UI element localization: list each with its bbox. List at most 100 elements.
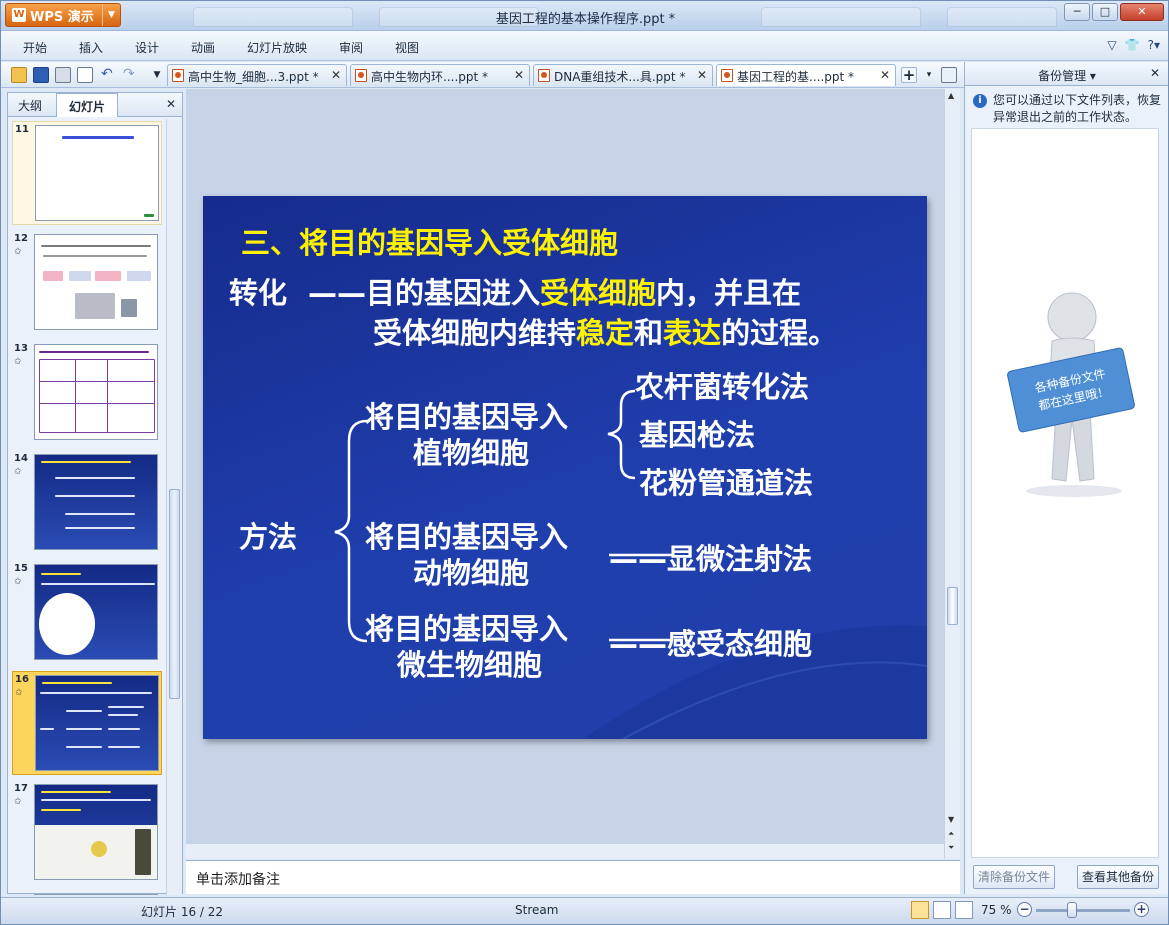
scrollbar-thumb[interactable] [169, 489, 180, 699]
slide-thumbnail-image [34, 234, 158, 330]
slide-number: 15 [14, 563, 28, 574]
doc-tab-label: 高中生物_细胞...3.ppt * [188, 70, 319, 84]
window-title: 基因工程的基本操作程序.ppt * [495, 12, 676, 27]
close-pane-icon[interactable]: ✕ [1150, 66, 1160, 80]
tab-outline[interactable]: 大纲 [18, 97, 42, 114]
undo-icon[interactable]: ↶ [101, 67, 117, 83]
slide-thumbnail[interactable]: 17 ✩ [12, 781, 162, 885]
animation-star-icon: ✩ [14, 247, 22, 257]
menu-insert[interactable]: 插入 [79, 39, 103, 56]
scrollbar-thumb[interactable] [947, 587, 958, 625]
menu-animation[interactable]: 动画 [191, 39, 215, 56]
backup-mascot-illustration: 各种备份文件 都在这里哦！ [1007, 292, 1135, 497]
slide-thumbnail[interactable]: 13 ✩ [12, 341, 162, 445]
animal-method: ——显微注射法 [609, 542, 813, 576]
zoom-slider[interactable] [1036, 909, 1130, 912]
animation-star-icon: ✩ [14, 797, 22, 807]
doc-tab-label: 基因工程的基....ppt * [737, 70, 855, 84]
redo-icon[interactable]: ↷ [123, 67, 139, 83]
microbe-method: ——感受态细胞 [609, 627, 813, 661]
notes-area[interactable]: 单击添加备注 [186, 860, 960, 894]
scroll-up-icon[interactable]: ▲ [948, 91, 954, 100]
slide-number: 11 [15, 124, 29, 135]
zoom-out-button[interactable]: − [1017, 902, 1032, 917]
plant-method-3: 花粉管通道法 [639, 466, 814, 500]
menu-view[interactable]: 视图 [395, 39, 419, 56]
slideshow-icon[interactable] [955, 901, 973, 919]
menu-home[interactable]: 开始 [23, 39, 47, 56]
menu-review[interactable]: 审阅 [339, 39, 363, 56]
slide-thumbnail-image [34, 344, 158, 440]
tab-list-dropdown-icon[interactable]: ▾ [921, 67, 937, 83]
close-pane-icon[interactable]: ✕ [166, 97, 176, 111]
slide-thumbnail[interactable]: 11 [12, 121, 162, 225]
customize-toolbar-icon[interactable]: ▼ [149, 67, 165, 83]
backup-info: i 您可以通过以下文件列表，恢复异常退出之前的工作状态。 [973, 92, 1165, 126]
doc-tab-2[interactable]: 高中生物内环....ppt * ✕ [350, 64, 530, 86]
menu-slideshow[interactable]: 幻灯片放映 [247, 39, 307, 56]
backup-pane-title[interactable]: 备份管理 ▾ [965, 67, 1168, 84]
normal-view-icon[interactable] [911, 901, 929, 919]
slide-thumbnail-selected[interactable]: 16 ✩ [12, 671, 162, 775]
slide-thumbnail[interactable]: 15 ✩ [12, 561, 162, 665]
slide-thumbnail-image [35, 675, 159, 771]
slide-number: 13 [14, 343, 28, 354]
next-slide-icon[interactable]: ⏷ [948, 843, 954, 853]
doc-tab-3[interactable]: DNA重组技术...具.ppt * ✕ [533, 64, 713, 86]
slides-pane: 大纲 幻灯片 ✕ 11 12 ✩ 13 ✩ 14 ✩ 15 ✩ 16 ✩ 17 … [7, 92, 183, 895]
help-icon[interactable]: ?▾ [1148, 38, 1160, 52]
tab-slides[interactable]: 幻灯片 [56, 93, 119, 117]
clear-backups-button[interactable]: 清除备份文件 [973, 865, 1055, 889]
slide-vertical-scrollbar[interactable]: ▲ ▼ ⏶ ⏷ [944, 89, 960, 859]
close-tab-icon[interactable]: ✕ [880, 68, 890, 82]
definition-text: 和 [634, 316, 664, 350]
new-tab-plus-icon[interactable]: + [901, 67, 917, 83]
backup-file-list[interactable]: 各种备份文件 都在这里哦！ [971, 128, 1159, 858]
close-tab-icon[interactable]: ✕ [331, 68, 341, 82]
close-tab-icon[interactable]: ✕ [514, 68, 524, 82]
status-bar: 幻灯片 16 / 22 Stream 75 % − + [1, 897, 1168, 924]
close-button[interactable]: ✕ [1120, 3, 1164, 21]
ribbon-toggle-icon[interactable]: ▽ [1107, 38, 1116, 52]
close-tab-icon[interactable]: ✕ [697, 68, 707, 82]
doc-tab-label: DNA重组技术...具.ppt * [554, 70, 686, 84]
slide-thumbnail[interactable]: 14 ✩ [12, 451, 162, 555]
ppt-file-icon [721, 69, 733, 82]
maximize-button[interactable]: □ [1092, 3, 1118, 21]
definition-term: 转化 [229, 276, 288, 310]
theme-name: Stream [515, 903, 559, 917]
definition-text: ——目的基因进入 [308, 276, 541, 310]
thumbnail-scrollbar[interactable] [166, 119, 182, 895]
plant-method-1: 农杆菌转化法 [635, 370, 810, 404]
doc-tab-active[interactable]: 基因工程的基....ppt * ✕ [716, 64, 896, 86]
ppt-file-icon [538, 69, 550, 82]
print-preview-icon[interactable] [77, 67, 93, 83]
highlight-text: 表达 [663, 316, 722, 350]
slide-thumbnail[interactable] [12, 891, 162, 895]
menu-design[interactable]: 设计 [135, 39, 159, 56]
print-icon[interactable] [55, 67, 71, 83]
animation-star-icon: ✩ [14, 577, 22, 587]
open-folder-icon[interactable] [11, 67, 27, 83]
slide-thumbnail-image [34, 784, 158, 880]
slide-16[interactable]: 三、将目的基因导入受体细胞 转化 ——目的基因进入受体细胞内，并且在 受体细胞内… [203, 196, 927, 739]
previous-slide-icon[interactable]: ⏶ [948, 829, 954, 839]
save-icon[interactable] [33, 67, 49, 83]
definition-text: 内，并且在 [656, 276, 802, 310]
backup-info-text: 您可以通过以下文件列表，恢复异常退出之前的工作状态。 [993, 93, 1162, 124]
slide-horizontal-scrollbar[interactable] [186, 843, 944, 859]
doc-tab-1[interactable]: 高中生物_细胞...3.ppt * ✕ [167, 64, 347, 86]
minimize-button[interactable]: ─ [1064, 3, 1090, 21]
highlight-text: 稳定 [576, 316, 635, 350]
animation-star-icon: ✩ [14, 467, 22, 477]
zoom-slider-handle[interactable] [1067, 902, 1077, 918]
zoom-in-button[interactable]: + [1134, 902, 1149, 917]
window-layout-icon[interactable] [941, 67, 957, 83]
skin-icon[interactable]: 👕 [1125, 38, 1140, 52]
microbe-line-2: 微生物细胞 [397, 648, 543, 682]
view-other-backups-button[interactable]: 查看其他备份 [1077, 865, 1159, 889]
slide-sorter-icon[interactable] [933, 901, 951, 919]
animation-star-icon: ✩ [14, 357, 22, 367]
scroll-down-icon[interactable]: ▼ [948, 815, 954, 824]
slide-thumbnail[interactable]: 12 ✩ [12, 231, 162, 335]
